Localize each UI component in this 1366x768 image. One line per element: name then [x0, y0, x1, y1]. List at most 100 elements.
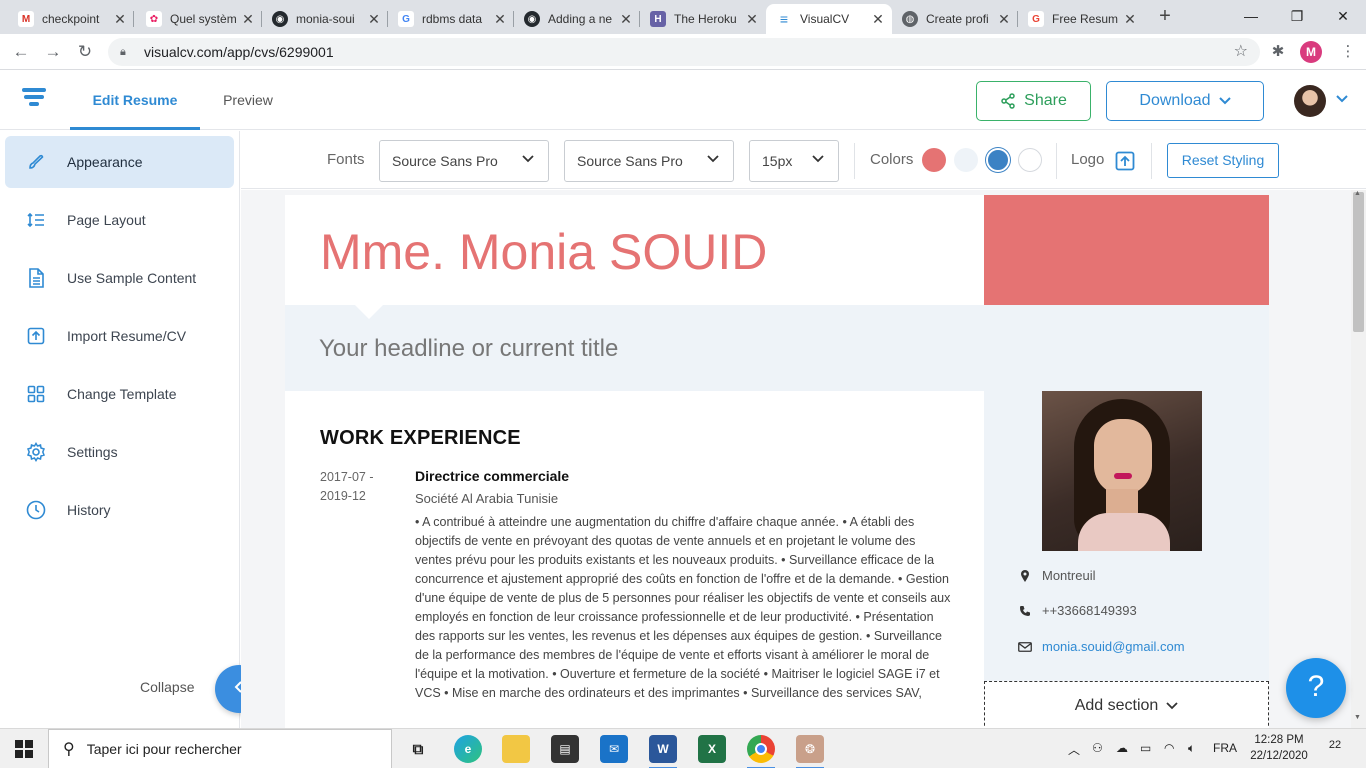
close-icon[interactable]: ✕	[1122, 11, 1138, 28]
close-icon[interactable]: ✕	[744, 11, 760, 28]
visualcv-logo[interactable]	[22, 88, 48, 112]
browser-tab-create-profile[interactable]: ◍ Create profi ✕	[892, 4, 1018, 34]
add-section-label: Add section	[1074, 697, 1159, 714]
close-icon[interactable]: ✕	[492, 11, 508, 28]
sidebar-item-appearance[interactable]: Appearance	[5, 136, 234, 188]
task-view-icon[interactable]: ⧉	[404, 735, 432, 763]
taskbar-search-placeholder: Taper ici pour rechercher	[86, 741, 242, 757]
windows-logo-icon	[15, 740, 33, 758]
canvas-scrollbar-thumb[interactable]	[1353, 192, 1364, 332]
heading-font-select[interactable]: Source Sans Pro	[379, 140, 549, 182]
browser-tab-visualcv[interactable]: ≡ VisualCV ✕	[766, 4, 892, 34]
sidebar-item-change-template[interactable]: Change Template	[5, 368, 234, 420]
tray-battery-icon[interactable]: ▭	[1140, 741, 1151, 755]
job-company[interactable]: Société Al Arabia Tunisie	[415, 491, 558, 506]
contact-location[interactable]: Montreuil	[1018, 568, 1095, 583]
tray-language[interactable]: FRA	[1213, 741, 1237, 755]
sidebar-item-label: Settings	[67, 444, 118, 460]
tray-wifi-icon[interactable]: ◠	[1164, 741, 1174, 755]
close-icon[interactable]: ✕	[366, 11, 382, 28]
resume-canvas: Mme. Monia SOUID Your headline or curren…	[241, 190, 1351, 728]
share-button[interactable]: Share	[976, 81, 1091, 121]
store-icon[interactable]: ▤	[551, 735, 579, 763]
minimize-button[interactable]: —	[1228, 0, 1274, 32]
back-arrow-icon[interactable]: ←	[8, 40, 34, 64]
sidebar-item-import-resume[interactable]: Import Resume/CV	[5, 310, 234, 362]
sidebar-item-settings[interactable]: Settings	[5, 426, 234, 478]
colors-label: Colors	[870, 151, 914, 168]
profile-photo[interactable]	[1042, 391, 1202, 551]
add-section-button[interactable]: Add section	[984, 681, 1269, 728]
scroll-up-arrow-icon[interactable]: ▲	[1354, 190, 1361, 197]
browser-menu-icon[interactable]: ⋮	[1338, 42, 1358, 62]
chrome-icon[interactable]	[747, 735, 775, 768]
upload-icon[interactable]	[1115, 151, 1135, 171]
close-window-button[interactable]: ✕	[1320, 0, 1366, 32]
excel-icon[interactable]: X	[698, 735, 726, 763]
reset-styling-button[interactable]: Reset Styling	[1167, 143, 1279, 178]
body-font-select[interactable]: Source Sans Pro	[564, 140, 734, 182]
color-swatch-coral[interactable]	[922, 148, 946, 172]
tray-people-icon[interactable]: ⚇	[1092, 741, 1103, 755]
tab-preview[interactable]: Preview	[210, 70, 286, 130]
tray-volume-icon[interactable]: 🔈︎	[1188, 741, 1195, 756]
lock-icon: 🔒︎	[120, 45, 126, 58]
taskbar-search-input[interactable]: ⚲ Taper ici pour rechercher	[48, 729, 392, 768]
font-size-select[interactable]: 15px	[749, 140, 839, 182]
color-swatch-light-blue[interactable]	[954, 148, 978, 172]
close-icon[interactable]: ✕	[240, 11, 256, 28]
app-pattern-icon[interactable]: ❂	[796, 735, 824, 768]
contact-phone[interactable]: ++33668149393	[1018, 603, 1137, 618]
tray-onedrive-icon[interactable]: ☁	[1116, 741, 1128, 755]
sidebar-item-history[interactable]: History	[5, 484, 234, 536]
maximize-button[interactable]: ❐	[1274, 0, 1320, 32]
windows-start-button[interactable]	[0, 729, 48, 768]
sidebar-item-label: History	[67, 502, 111, 518]
section-title-work-experience[interactable]: WORK EXPERIENCE	[320, 427, 521, 450]
new-tab-button[interactable]: +	[1154, 4, 1176, 30]
job-dates[interactable]: 2017-07 - 2019-12	[320, 468, 390, 506]
url-bar[interactable]: 🔒︎ visualcv.com/app/cvs/6299001 ☆	[108, 38, 1260, 66]
scroll-down-arrow-icon[interactable]: ▼	[1354, 714, 1361, 721]
job-title[interactable]: Directrice commerciale	[415, 468, 569, 484]
mail-icon[interactable]: ✉	[600, 735, 628, 763]
close-icon[interactable]: ✕	[870, 11, 886, 28]
resume-headline[interactable]: Your headline or current title	[319, 335, 618, 363]
tab-edit-resume[interactable]: Edit Resume	[70, 70, 200, 130]
file-explorer-icon[interactable]	[502, 735, 530, 763]
word-icon[interactable]: W	[649, 735, 677, 768]
help-button[interactable]: ?	[1286, 658, 1346, 718]
color-swatch-blue-selected[interactable]	[986, 148, 1010, 172]
browser-tab-quel-systeme[interactable]: ✿ Quel systèm ✕	[136, 4, 262, 34]
contact-email-link[interactable]: monia.souid@gmail.com	[1042, 639, 1185, 654]
job-description[interactable]: • A contribué à atteindre une augmentati…	[415, 513, 955, 703]
user-avatar[interactable]	[1294, 85, 1326, 117]
forward-arrow-icon[interactable]: →	[40, 40, 66, 64]
color-swatch-white[interactable]	[1018, 148, 1042, 172]
browser-tab-gmail[interactable]: M checkpoint ✕	[8, 4, 134, 34]
browser-tab-monia-github[interactable]: ◉ monia-soui ✕	[262, 4, 388, 34]
browser-tab-free-resume[interactable]: G Free Resum ✕	[1018, 4, 1144, 34]
tray-chevron-up-icon[interactable]: ︿	[1068, 741, 1080, 758]
notification-center-button[interactable]: 22	[1322, 739, 1348, 759]
reload-icon[interactable]: ↻	[72, 40, 98, 64]
extensions-puzzle-icon[interactable]: ✱	[1268, 42, 1288, 62]
close-icon[interactable]: ✕	[618, 11, 634, 28]
chevron-down-icon[interactable]	[1336, 90, 1348, 106]
sidebar-item-page-layout[interactable]: Page Layout	[5, 194, 234, 246]
close-icon[interactable]: ✕	[996, 11, 1012, 28]
close-icon[interactable]: ✕	[112, 11, 128, 28]
download-button[interactable]: Download	[1106, 81, 1264, 121]
collapse-label[interactable]: Collapse	[140, 679, 194, 695]
resume-name[interactable]: Mme. Monia SOUID	[320, 223, 767, 281]
browser-tab-rdbms[interactable]: G rdbms data ✕	[388, 4, 514, 34]
tab-title: checkpoint	[42, 12, 100, 26]
bookmark-star-icon[interactable]: ☆	[1234, 41, 1248, 61]
taskbar-clock[interactable]: 12:28 PM 22/12/2020	[1244, 732, 1314, 764]
browser-profile-avatar[interactable]: M	[1300, 41, 1322, 63]
browser-tab-adding-github[interactable]: ◉ Adding a ne ✕	[514, 4, 640, 34]
edge-browser-icon[interactable]: e	[454, 735, 482, 763]
contact-email[interactable]: monia.souid@gmail.com	[1018, 639, 1185, 654]
sidebar-item-sample-content[interactable]: Use Sample Content	[5, 252, 234, 304]
browser-tab-heroku[interactable]: H The Heroku ✕	[640, 4, 766, 34]
